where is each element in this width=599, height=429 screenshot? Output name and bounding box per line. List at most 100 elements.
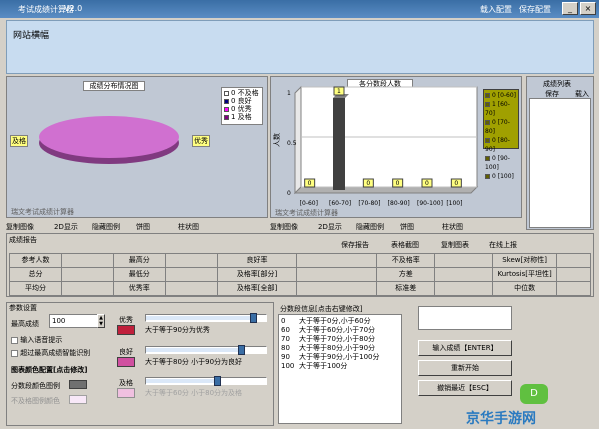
params-title: 参数设置 (9, 304, 37, 312)
x-tick-label: [60-70] (329, 200, 351, 207)
y-tick-label: 0.5 (287, 140, 297, 147)
report-value (165, 254, 218, 268)
pie-title: 成绩分布情况图 (83, 81, 145, 91)
range-start: 90 (281, 353, 290, 361)
excellent-color-swatch[interactable] (117, 325, 135, 335)
group-color-swatch[interactable] (69, 380, 87, 389)
legend-swatch (485, 174, 490, 179)
range-row[interactable]: 80 大于等于80分,小于90分 (281, 344, 399, 353)
menu-load-config[interactable]: 载入配置 (480, 4, 512, 15)
bar-tool-2[interactable]: 隐藏图例 (356, 222, 384, 232)
max-score-input[interactable]: 100 (49, 314, 99, 328)
good-slider[interactable] (145, 345, 267, 355)
x-tick-label: [80-90] (388, 200, 410, 207)
score-list[interactable] (529, 98, 591, 228)
report-value (165, 282, 218, 296)
copy-chart-button[interactable]: 复制图表 (441, 240, 469, 250)
data-label: 0 (454, 180, 458, 187)
pie-legend-item: 1 及格 (224, 113, 260, 121)
x-tick-label: [100] (446, 200, 462, 207)
pie-tool-4[interactable]: 柱状图 (178, 222, 199, 232)
bar-chart-panel: 各分数段人数 0 0.5 1 人数 0 [0-60] 1 [60-70] 0 [70-80] 0 [8… (270, 76, 522, 218)
report-value (435, 254, 494, 268)
voice-label: 输入语音提示 (20, 336, 63, 344)
voice-option[interactable]: 输入语音提示 (11, 335, 62, 345)
pie-toolbar: 复制图像 2D显示 隐藏图例 饼图 柱状图 (6, 221, 268, 231)
voice-checkbox[interactable] (11, 336, 18, 344)
range-desc: 大于等于0分,小于60分 (299, 317, 371, 325)
report-label: 方差 (377, 268, 436, 282)
legend-swatch (485, 138, 490, 143)
excellent-label: 优秀 (119, 316, 133, 324)
report-label: 标准差 (377, 282, 436, 296)
bar-tool-1[interactable]: 2D显示 (318, 222, 342, 232)
report-value (557, 254, 591, 268)
smart-checkbox[interactable] (11, 349, 18, 357)
pie-tool-2[interactable]: 隐藏图例 (92, 222, 120, 232)
report-value (61, 268, 114, 282)
undo-button[interactable]: 撤销最近【ESC】 (418, 380, 512, 396)
max-score-label: 最高成绩 (11, 320, 39, 328)
pass-slider-thumb[interactable] (214, 376, 221, 386)
good-label: 良好 (119, 348, 133, 356)
report-label: 及格率[部分] (217, 268, 298, 282)
report-label: 最低分 (113, 268, 166, 282)
close-icon[interactable]: × (580, 2, 596, 15)
ranges-title: 分数段信息[点击右键修改] (280, 305, 363, 313)
bar-tool-3[interactable]: 饼图 (400, 222, 414, 232)
bar-tool-4[interactable]: 柱状图 (442, 222, 463, 232)
report-value (557, 268, 591, 282)
bar-legend-item: 1 [60-70] (485, 100, 517, 118)
report-label: Kurtosis[平坦性] (493, 268, 558, 282)
score-input-box[interactable] (418, 306, 512, 330)
report-label: 参考人数 (10, 254, 62, 268)
report-value (297, 268, 378, 282)
report-label: 最高分 (113, 254, 166, 268)
legend-swatch (224, 98, 229, 104)
excellent-slider[interactable] (145, 313, 267, 323)
range-row[interactable]: 0 大于等于0分,小于60分 (281, 317, 399, 326)
app-version: V2.0 (64, 4, 83, 13)
report-value (61, 282, 114, 296)
legend-swatch (485, 102, 490, 107)
restart-button[interactable]: 重新开始 (418, 360, 512, 376)
data-label: 1 (337, 88, 341, 95)
y-tick-label: 1 (287, 90, 291, 97)
minimize-icon[interactable]: _ (562, 2, 578, 15)
pie-tool-3[interactable]: 饼图 (136, 222, 150, 232)
range-row[interactable]: 60 大于等于60分,小于70分 (281, 326, 399, 335)
max-score-stepper[interactable]: ▲ ▼ (97, 314, 105, 328)
report-label: 平均分 (10, 282, 62, 296)
pie-label-left: 及格 (10, 135, 28, 147)
pie-legend-label: 0 不及格 (231, 89, 259, 97)
excellent-slider-fill (146, 316, 254, 320)
fail-color-swatch[interactable] (69, 395, 87, 404)
range-row[interactable]: 90 大于等于90分,小于100分 (281, 353, 399, 362)
pass-slider[interactable] (145, 376, 267, 386)
pie-tool-1[interactable]: 2D显示 (54, 222, 78, 232)
report-table: 参考人数 最高分 良好率 不及格率 Skew[对称性] 总分 最低分 及格率[部分] 方差 Kur… (9, 253, 591, 296)
ranges-list[interactable]: 0 大于等于0分,小于60分 60 大于等于60分,小于70分 70 大于等于70分,小于… (278, 314, 402, 424)
table-screenshot-button[interactable]: 表格截图 (391, 240, 419, 250)
pass-color-swatch[interactable] (117, 388, 135, 398)
excellent-slider-thumb[interactable] (250, 313, 257, 323)
legend-swatch (485, 120, 490, 125)
good-slider-thumb[interactable] (238, 345, 245, 355)
smart-option[interactable]: 超过最高成绩智能识别 (11, 348, 90, 358)
bar-tool-0[interactable]: 复制图像 (270, 222, 298, 232)
online-report-button[interactable]: 在线上报 (489, 240, 517, 250)
smart-label: 超过最高成绩智能识别 (20, 349, 91, 357)
range-row[interactable]: 100 大于等于100分 (281, 362, 399, 371)
pie-slice-pass (39, 116, 179, 158)
legend-swatch (485, 156, 490, 161)
save-report-button[interactable]: 保存报告 (341, 240, 369, 250)
report-title: 成绩报告 (9, 236, 37, 244)
range-row[interactable]: 70 大于等于70分,小于80分 (281, 335, 399, 344)
enter-score-button[interactable]: 输入成绩【ENTER】 (418, 340, 512, 356)
pie-tool-0[interactable]: 复制图像 (6, 222, 34, 232)
color-config-title: 图表颜色配置[点击修改] (11, 366, 88, 374)
bar-legend-item: 0 [90-100] (485, 154, 517, 172)
menu-save-config[interactable]: 保存配置 (519, 4, 551, 15)
good-color-swatch[interactable] (117, 357, 135, 367)
report-row: 总分 最低分 及格率[部分] 方差 Kurtosis[平坦性] (10, 268, 591, 282)
